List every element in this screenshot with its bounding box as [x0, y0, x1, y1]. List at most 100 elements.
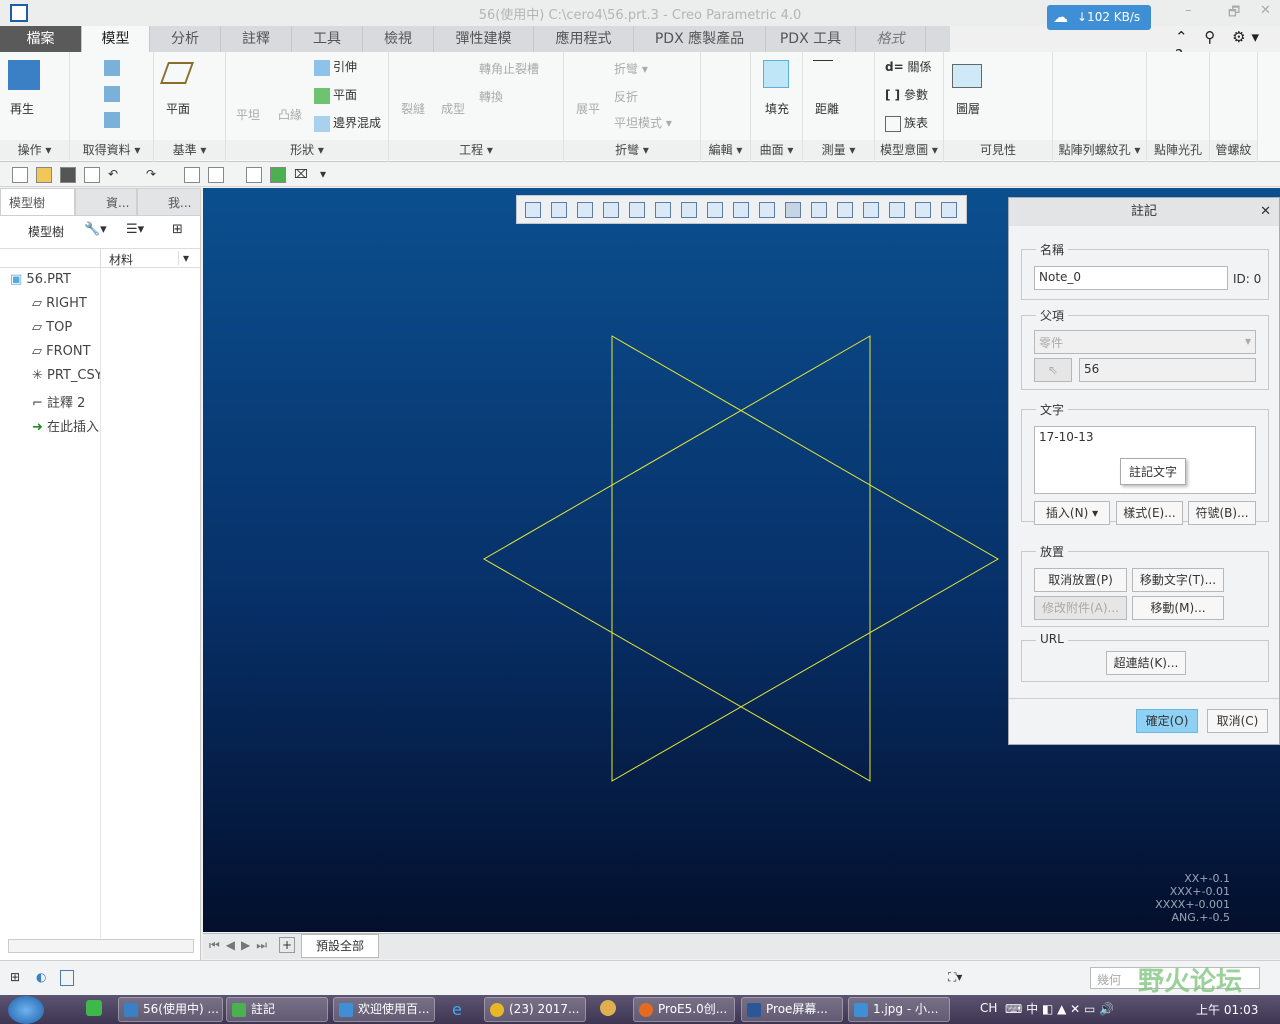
show-icon[interactable]: ☰▾ — [126, 222, 144, 237]
taskbar-item[interactable]: 註記 — [226, 997, 328, 1022]
parent-input[interactable]: 56 — [1079, 358, 1256, 382]
tab-favorites[interactable]: 我... — [137, 188, 201, 216]
group-label[interactable]: 取得資料 ▾ — [70, 140, 153, 160]
repaint-icon[interactable] — [603, 202, 619, 218]
regenerate-icon[interactable] — [184, 167, 200, 183]
network-icon[interactable] — [270, 167, 286, 183]
plane-button[interactable]: 平面 — [166, 100, 190, 117]
get-data-icon[interactable] — [104, 60, 120, 76]
bend-back-button[interactable]: 反折 — [614, 88, 638, 105]
taskbar-item[interactable]: 1.jpg - 小... — [848, 997, 950, 1022]
datum-display-icon[interactable] — [759, 202, 775, 218]
appearance-icon[interactable] — [941, 202, 957, 218]
style-button[interactable]: 樣式(E)... — [1116, 501, 1183, 525]
unbend-button[interactable]: 展平 — [576, 100, 600, 117]
start-button[interactable] — [8, 996, 44, 1024]
tab-format[interactable]: 格式 — [856, 26, 926, 52]
group-label[interactable]: 操作 ▾ — [0, 140, 69, 160]
triangle-sketch[interactable] — [482, 335, 871, 782]
regenerate-button[interactable]: 再生 — [10, 100, 34, 117]
merge-icon[interactable] — [104, 112, 120, 128]
tab-default-all[interactable]: 預設全部 — [301, 934, 379, 958]
tab-view[interactable]: 檢視 — [363, 26, 434, 52]
browser-icon[interactable]: ◐ — [36, 970, 46, 984]
group-label[interactable]: 管螺紋 — [1210, 140, 1257, 160]
tab-model-tree[interactable]: 模型樹 — [0, 188, 75, 216]
layers-button[interactable]: 圖層 — [956, 100, 980, 117]
relations-button[interactable]: d= 關係 — [885, 58, 932, 75]
tree-item[interactable]: ▱ RIGHT — [32, 296, 100, 311]
group-label[interactable]: 可見性 — [944, 140, 1052, 160]
spin-center-icon[interactable] — [733, 202, 749, 218]
rip-button[interactable]: 裂縫 — [401, 100, 425, 117]
tab-file[interactable]: 檔案 — [0, 26, 82, 52]
form-button[interactable]: 成型 — [441, 100, 465, 117]
modify-attachment-button[interactable]: 修改附件(A)... — [1034, 596, 1127, 620]
navigator-icon[interactable]: ⊞ — [10, 970, 20, 984]
parameters-button[interactable]: [ ] 參數 — [885, 86, 928, 103]
distance-button[interactable]: 距離 — [815, 100, 839, 117]
parent-type-dropdown[interactable]: 零件 ▾ — [1034, 330, 1256, 354]
open-icon[interactable] — [36, 167, 52, 183]
group-label[interactable]: 形狀 ▾ — [226, 140, 388, 160]
cancel-button[interactable]: 取消(C) — [1207, 709, 1268, 733]
tree-settings-icon[interactable]: 🔧▾ — [84, 222, 107, 237]
close-window-icon[interactable]: ⌧ — [294, 167, 310, 183]
family-table-button[interactable]: 族表 — [885, 114, 928, 132]
tab-folder-browser[interactable]: 資... — [75, 188, 137, 216]
taskbar-item[interactable]: 56(使用中) ... — [118, 997, 223, 1022]
tree-item[interactable]: ➜ 在此插入 — [32, 416, 100, 435]
corner-relief-button[interactable]: 轉角止裂槽 — [479, 60, 539, 77]
fill-button[interactable]: 填充 — [765, 100, 789, 117]
edit-icon[interactable] — [246, 167, 262, 183]
perspective-icon[interactable] — [707, 202, 723, 218]
select-parent-button[interactable]: ⇖ — [1034, 358, 1072, 382]
tab-tools[interactable]: 工具 — [292, 26, 363, 52]
symbol-button[interactable]: 符號(B)... — [1188, 501, 1256, 525]
display-style-icon[interactable] — [629, 202, 645, 218]
tab-pdx-tools[interactable]: PDX 工具 — [766, 26, 856, 52]
taskbar-item[interactable]: (23) 2017... — [484, 997, 586, 1022]
insert-dropdown[interactable]: 插入(N) ▾ — [1034, 501, 1110, 525]
view-manager-icon[interactable] — [681, 202, 697, 218]
network-speed-badge[interactable]: ☁ ↓102 KB/s — [1047, 5, 1151, 30]
group-label[interactable]: 模型意圖 ▾ — [875, 140, 943, 160]
close-button[interactable]: ✕ — [1260, 3, 1271, 18]
spin-display-icon[interactable] — [889, 202, 905, 218]
hyperlink-button[interactable]: 超連結(K)... — [1106, 651, 1186, 675]
boundary-blend-button[interactable]: 邊界混成 — [333, 116, 381, 130]
flat-button[interactable]: 平坦 — [236, 106, 260, 123]
column-material[interactable]: 材料 — [100, 249, 141, 269]
tab-model[interactable]: 模型 — [82, 26, 150, 52]
planar-button[interactable]: 平面 — [333, 88, 357, 102]
tab-annotate[interactable]: 註釋 — [221, 26, 292, 52]
flange-button[interactable]: 凸緣 — [278, 106, 302, 123]
triangle-sketch[interactable] — [611, 335, 1000, 782]
taskbar-item[interactable]: Proe屏幕... — [741, 997, 843, 1022]
horizontal-scrollbar[interactable] — [8, 939, 194, 953]
saved-orientations-icon[interactable] — [655, 202, 671, 218]
tab-pdx-products[interactable]: PDX 應製產品 — [634, 26, 766, 52]
convert-button[interactable]: 轉換 — [479, 88, 503, 105]
redo-icon[interactable]: ↷ — [146, 167, 162, 183]
group-label[interactable]: 折彎 ▾ — [564, 140, 700, 160]
refit-icon[interactable] — [525, 202, 541, 218]
taskbar-item[interactable]: 欢迎使用百... — [333, 997, 435, 1022]
axis-display-icon[interactable] — [811, 202, 827, 218]
group-label[interactable]: 測量 ▾ — [803, 140, 874, 160]
taskbar-item[interactable]: ProE5.0创... — [633, 997, 735, 1022]
flat-pattern-button[interactable]: 平坦模式 ▾ — [614, 114, 672, 131]
bend-button[interactable]: 折彎 ▾ — [614, 60, 648, 77]
annotation-display-icon[interactable] — [785, 202, 801, 218]
group-label[interactable]: 曲面 ▾ — [751, 140, 802, 160]
tree-filter-icon[interactable]: ⊞ — [172, 222, 183, 237]
tab-flexible-modeling[interactable]: 彈性建模 — [434, 26, 534, 52]
new-icon[interactable] — [12, 167, 28, 183]
group-label[interactable]: 編輯 ▾ — [701, 140, 750, 160]
group-label[interactable]: 基準 ▾ — [154, 140, 225, 160]
group-label[interactable]: 點陣光孔 — [1147, 140, 1209, 160]
zoom-out-icon[interactable] — [577, 202, 593, 218]
unplace-button[interactable]: 取消放置(P) — [1034, 568, 1127, 592]
save-icon[interactable] — [60, 167, 76, 183]
restore-button[interactable]: 🗗 — [1228, 3, 1240, 25]
